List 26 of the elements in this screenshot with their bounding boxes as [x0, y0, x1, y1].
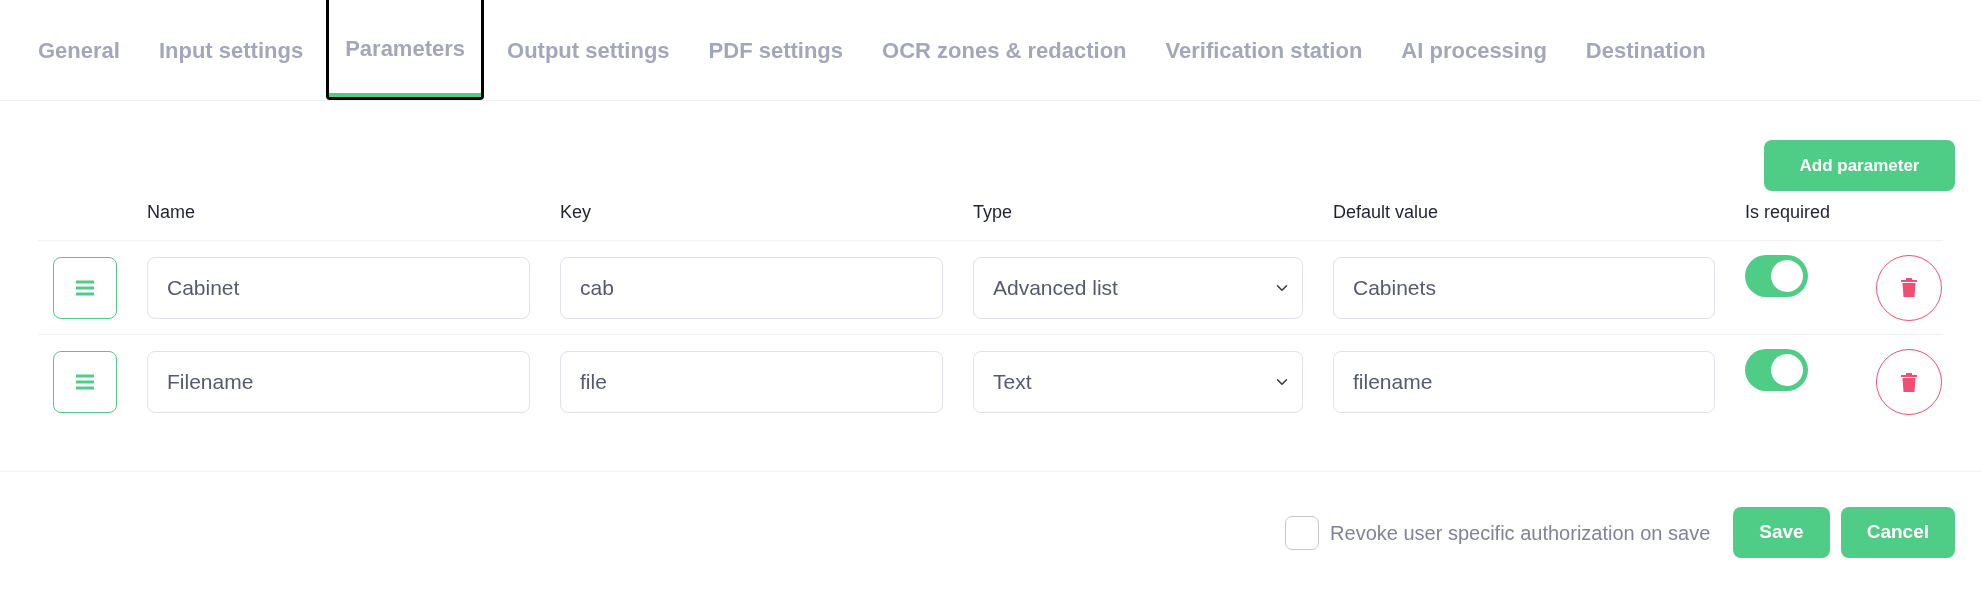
tab[interactable]: Input settings: [142, 0, 320, 100]
column-header: Default value: [1333, 202, 1439, 222]
tab[interactable]: Destination: [1569, 0, 1722, 100]
add-parameter-button[interactable]: Add parameter: [1764, 140, 1955, 191]
type-select[interactable]: Advanced list: [973, 256, 1303, 319]
column-header: Key: [560, 202, 592, 222]
name-field[interactable]: Cabinet: [147, 256, 530, 319]
tab[interactable]: Output settings: [491, 0, 686, 100]
type-select[interactable]: Text: [973, 351, 1303, 413]
column-header: Is required: [1745, 202, 1831, 222]
save-button[interactable]: Save: [1733, 507, 1830, 558]
revoke-label: Revoke user specific authorization on save: [1330, 520, 1711, 546]
column-header: Name: [147, 202, 195, 222]
key-field[interactable]: cab: [560, 256, 943, 319]
name-field[interactable]: Filename: [147, 351, 530, 413]
key-field[interactable]: file: [560, 351, 943, 413]
tab[interactable]: PDF settings: [692, 0, 860, 100]
tab[interactable]: OCR zones & redaction: [866, 0, 1143, 100]
tab[interactable]: Parameters: [326, 0, 485, 100]
tab[interactable]: Verification station: [1149, 0, 1379, 100]
default-value-field[interactable]: filename: [1333, 351, 1715, 413]
tab[interactable]: General: [22, 0, 136, 100]
column-header: Type: [973, 202, 1013, 222]
tab[interactable]: AI processing: [1385, 0, 1563, 100]
cancel-button[interactable]: Cancel: [1840, 507, 1955, 558]
default-value-field[interactable]: Cabinets: [1333, 256, 1715, 319]
